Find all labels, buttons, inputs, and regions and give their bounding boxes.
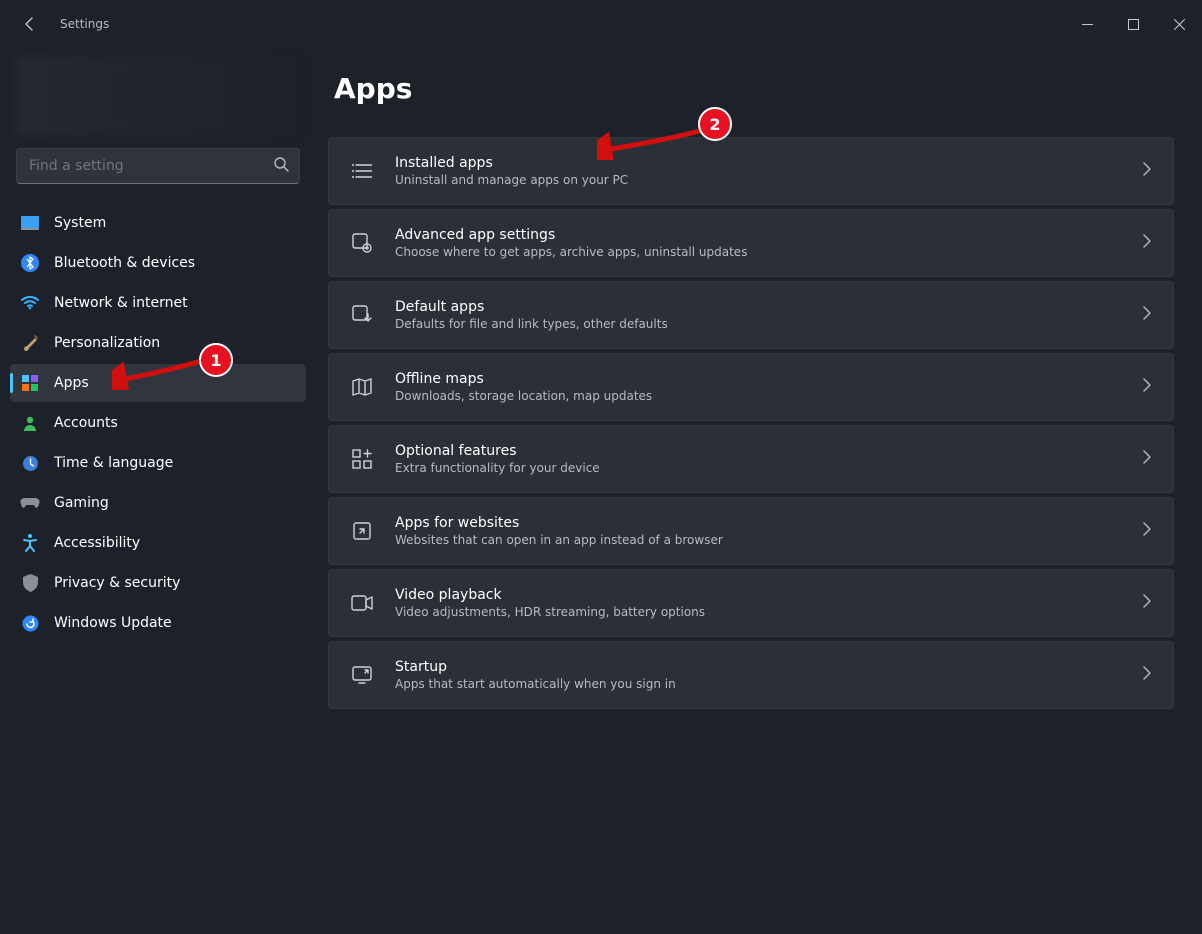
gamepad-icon [20, 493, 40, 513]
card-subtitle: Choose where to get apps, archive apps, … [395, 245, 1121, 259]
back-button[interactable] [20, 14, 40, 34]
card-offline-maps[interactable]: Offline maps Downloads, storage location… [328, 353, 1174, 421]
sidebar-item-privacy[interactable]: Privacy & security [10, 564, 306, 602]
chevron-right-icon [1143, 666, 1151, 684]
maximize-button[interactable] [1110, 8, 1156, 40]
clock-icon [20, 453, 40, 473]
account-card[interactable] [16, 56, 300, 136]
wifi-icon [20, 293, 40, 313]
card-apps-for-websites[interactable]: Apps for websites Websites that can open… [328, 497, 1174, 565]
sidebar-item-time-language[interactable]: Time & language [10, 444, 306, 482]
video-icon [351, 592, 373, 614]
annotation-arrow-1 [112, 356, 208, 390]
card-video-playback[interactable]: Video playback Video adjustments, HDR st… [328, 569, 1174, 637]
card-title: Advanced app settings [395, 227, 1121, 243]
chevron-right-icon [1143, 522, 1151, 540]
card-default-apps[interactable]: Default apps Defaults for file and link … [328, 281, 1174, 349]
sidebar-item-windows-update[interactable]: Windows Update [10, 604, 306, 642]
shield-icon [20, 573, 40, 593]
sidebar-item-gaming[interactable]: Gaming [10, 484, 306, 522]
card-title: Default apps [395, 299, 1121, 315]
sidebar-item-system[interactable]: System [10, 204, 306, 242]
sidebar-item-network[interactable]: Network & internet [10, 284, 306, 322]
card-subtitle: Websites that can open in an app instead… [395, 533, 1121, 547]
card-subtitle: Downloads, storage location, map updates [395, 389, 1121, 403]
sidebar-item-label: Apps [54, 375, 89, 391]
sidebar-item-label: Personalization [54, 335, 160, 351]
card-optional-features[interactable]: Optional features Extra functionality fo… [328, 425, 1174, 493]
apps-icon [20, 373, 40, 393]
chevron-right-icon [1143, 234, 1151, 252]
card-subtitle: Extra functionality for your device [395, 461, 1121, 475]
chevron-right-icon [1143, 306, 1151, 324]
chevron-right-icon [1143, 378, 1151, 396]
default-apps-icon [351, 304, 373, 326]
main-content: Apps Installed apps Uninstall and manage… [316, 48, 1202, 934]
chevron-right-icon [1143, 450, 1151, 468]
update-icon [20, 613, 40, 633]
search-box[interactable] [16, 148, 300, 184]
card-installed-apps[interactable]: Installed apps Uninstall and manage apps… [328, 137, 1174, 205]
user-icon [20, 413, 40, 433]
accessibility-icon [20, 533, 40, 553]
sidebar-item-label: Accessibility [54, 535, 140, 551]
map-icon [351, 376, 373, 398]
annotation-badge-1: 1 [199, 343, 233, 377]
brush-icon [20, 333, 40, 353]
installed-apps-icon [351, 160, 373, 182]
card-subtitle: Uninstall and manage apps on your PC [395, 173, 1121, 187]
card-title: Apps for websites [395, 515, 1121, 531]
close-button[interactable] [1156, 8, 1202, 40]
sidebar-item-label: Bluetooth & devices [54, 255, 195, 271]
sidebar-item-label: Gaming [54, 495, 109, 511]
sidebar-item-accounts[interactable]: Accounts [10, 404, 306, 442]
sidebar-item-bluetooth[interactable]: Bluetooth & devices [10, 244, 306, 282]
chevron-right-icon [1143, 594, 1151, 612]
sidebar-item-label: Accounts [54, 415, 118, 431]
card-title: Optional features [395, 443, 1121, 459]
system-icon [20, 213, 40, 233]
title-bar: Settings [0, 0, 1202, 48]
window-title: Settings [60, 17, 109, 31]
minimize-button[interactable] [1064, 8, 1110, 40]
page-title: Apps [334, 72, 1174, 105]
app-settings-icon [351, 232, 373, 254]
annotation-arrow-2 [597, 126, 707, 160]
sidebar-item-label: Time & language [54, 455, 173, 471]
card-advanced-app-settings[interactable]: Advanced app settings Choose where to ge… [328, 209, 1174, 277]
card-subtitle: Video adjustments, HDR streaming, batter… [395, 605, 1121, 619]
card-title: Video playback [395, 587, 1121, 603]
card-title: Offline maps [395, 371, 1121, 387]
sidebar: System Bluetooth & devices Network & int… [0, 48, 316, 934]
card-title: Startup [395, 659, 1121, 675]
card-startup[interactable]: Startup Apps that start automatically wh… [328, 641, 1174, 709]
sidebar-item-label: System [54, 215, 106, 231]
grid-plus-icon [351, 448, 373, 470]
open-external-icon [351, 520, 373, 542]
sidebar-item-label: Network & internet [54, 295, 188, 311]
annotation-badge-2: 2 [698, 107, 732, 141]
startup-icon [351, 664, 373, 686]
settings-cards: Installed apps Uninstall and manage apps… [328, 137, 1174, 709]
card-title: Installed apps [395, 155, 1121, 171]
search-input[interactable] [27, 157, 273, 175]
card-subtitle: Defaults for file and link types, other … [395, 317, 1121, 331]
sidebar-item-label: Windows Update [54, 615, 172, 631]
sidebar-item-accessibility[interactable]: Accessibility [10, 524, 306, 562]
card-subtitle: Apps that start automatically when you s… [395, 677, 1121, 691]
search-icon [273, 156, 289, 176]
sidebar-item-label: Privacy & security [54, 575, 180, 591]
chevron-right-icon [1143, 162, 1151, 180]
bluetooth-icon [20, 253, 40, 273]
sidebar-nav: System Bluetooth & devices Network & int… [8, 204, 308, 642]
